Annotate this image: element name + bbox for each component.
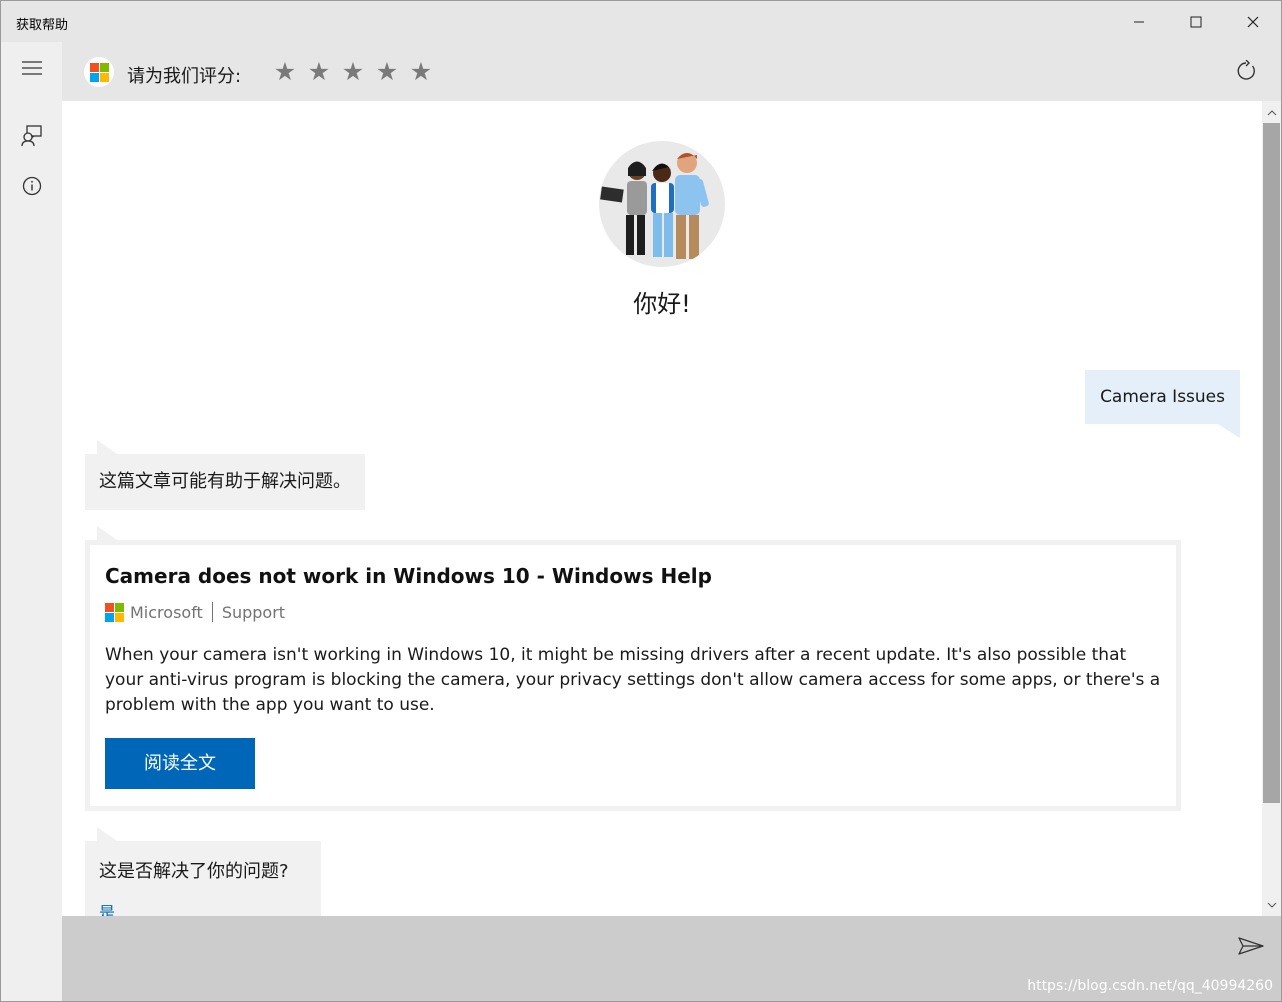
rating-header: 请为我们评分: ★ ★ ★ ★ ★ xyxy=(62,42,1281,101)
refresh-button[interactable] xyxy=(1231,56,1261,86)
menu-button[interactable] xyxy=(1,44,62,92)
windows-logo-icon xyxy=(89,62,109,82)
support-agents-avatar xyxy=(599,141,725,267)
rate-label: 请为我们评分: xyxy=(127,66,242,87)
minimize-icon xyxy=(1133,21,1144,22)
source-divider xyxy=(211,602,213,622)
bot-message-bubble: 这篇文章可能有助于解决问题。 xyxy=(85,440,365,510)
bot-question-bubble: 这是否解决了你的问题? 是 xyxy=(85,827,321,916)
microsoft-logo xyxy=(84,57,114,87)
star-2[interactable]: ★ xyxy=(302,58,336,86)
article-title[interactable]: Camera does not work in Windows 10 - Win… xyxy=(105,563,1161,589)
microsoft-logo-icon xyxy=(105,602,124,622)
info-icon xyxy=(22,176,41,196)
bot-question-text: 这是否解决了你的问题? xyxy=(99,861,289,882)
maximize-button[interactable] xyxy=(1167,1,1224,42)
greeting-text: 你好! xyxy=(633,290,691,318)
user-message-bubble: Camera Issues xyxy=(1085,370,1240,438)
feedback-icon xyxy=(20,125,42,147)
refresh-icon xyxy=(1237,60,1255,80)
star-rating: ★ ★ ★ ★ ★ xyxy=(268,58,438,86)
star-5[interactable]: ★ xyxy=(404,58,438,86)
star-4[interactable]: ★ xyxy=(370,58,404,86)
yes-option[interactable]: 是 xyxy=(99,899,307,916)
close-icon xyxy=(1247,16,1258,27)
feedback-button[interactable] xyxy=(1,112,62,160)
chevron-down-icon xyxy=(1267,902,1276,908)
article-source: Microsoft Support xyxy=(105,601,1161,623)
close-button[interactable] xyxy=(1224,1,1281,42)
send-icon xyxy=(1238,937,1264,955)
chat-scrollbar[interactable] xyxy=(1262,101,1281,916)
info-button[interactable] xyxy=(1,162,62,210)
minimize-button[interactable] xyxy=(1110,1,1167,42)
message-input-bar[interactable]: https://blog.csdn.net/qq_40994260 xyxy=(62,916,1281,1001)
watermark-text: https://blog.csdn.net/qq_40994260 xyxy=(1027,978,1273,994)
scroll-down-button[interactable] xyxy=(1262,895,1281,915)
article-card: Camera does not work in Windows 10 - Win… xyxy=(85,526,1181,811)
source-brand: Microsoft xyxy=(130,602,203,622)
people-illustration-icon xyxy=(600,153,709,259)
star-1[interactable]: ★ xyxy=(268,58,302,86)
window-title: 获取帮助 xyxy=(16,18,69,33)
scroll-thumb[interactable] xyxy=(1263,123,1280,803)
star-3[interactable]: ★ xyxy=(336,58,370,86)
read-full-article-button[interactable]: 阅读全文 xyxy=(105,738,255,789)
send-button[interactable] xyxy=(1235,930,1267,962)
hamburger-icon xyxy=(21,61,42,75)
article-description: When your camera isn't working in Window… xyxy=(105,645,1161,715)
nav-rail xyxy=(1,42,62,1001)
maximize-icon xyxy=(1190,16,1201,27)
source-section: Support xyxy=(221,602,286,622)
chat-transcript: 你好! Camera Issues 这篇文章可能有助于解决问题。 Camera … xyxy=(62,101,1262,916)
app-window: 获取帮助 请为我们评分: ★ ★ ★ ★ ★ 你好! Camera Issues… xyxy=(0,0,1282,1002)
article-card-body: Camera does not work in Windows 10 - Win… xyxy=(90,545,1176,806)
chevron-up-icon xyxy=(1267,110,1276,116)
scroll-up-button[interactable] xyxy=(1262,103,1281,123)
title-bar: 获取帮助 xyxy=(1,1,1281,42)
